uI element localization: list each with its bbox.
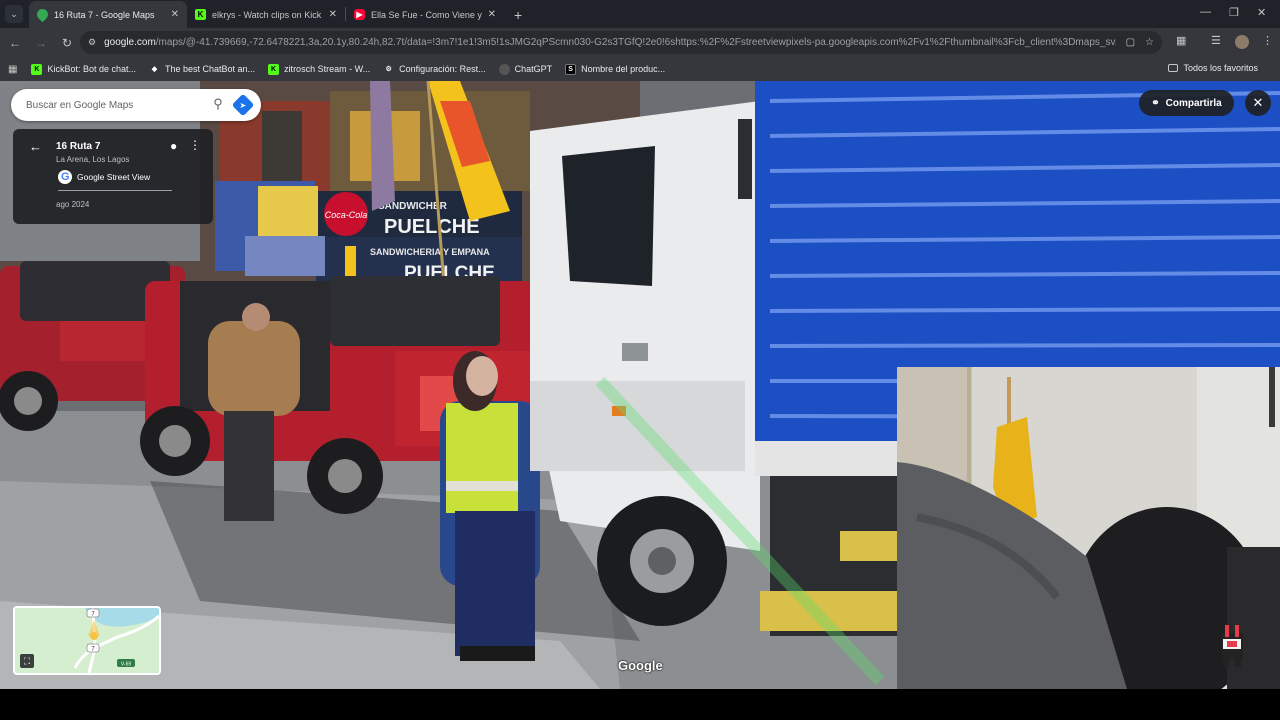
tab-close-icon[interactable]: ✕ [488,9,496,20]
tab-title: 16 Ruta 7 - Google Maps [54,9,155,20]
bookmark-label: zitrosch Stream - W... [284,64,371,74]
tab-title: elkrys - Watch clips on Kick [212,9,322,20]
more-vert-icon[interactable]: ⋮ [189,138,201,152]
media-control-icon[interactable]: ☰ [1211,34,1221,47]
browser-toolbar: ← → ↻ ⚙ google.com/maps/@-41.739669,-72.… [0,28,1280,57]
url-text[interactable]: google.com/maps/@-41.739669,-72.6478221,… [104,37,1116,48]
minimap[interactable]: 7 7 V-69 ⛶ [13,606,161,675]
share-label: Compartirla [1165,97,1222,109]
bookmark-label: Configuración: Rest... [399,64,486,74]
share-icon: ⚭ [1151,97,1160,109]
all-bookmarks-label: Todos los favoritos [1183,63,1258,73]
tab-kick[interactable]: K elkrys - Watch clips on Kick ✕ [187,1,345,28]
google-watermark: Google [618,658,663,673]
tab-close-icon[interactable]: ✕ [171,9,179,20]
bookmark-item[interactable]: ⚙ Configuración: Rest... [383,64,486,75]
expand-icon[interactable]: ⛶ [20,654,34,668]
gear-icon: ⚙ [385,66,392,73]
street-view-info-card: ← 16 Ruta 7 La Arena, Los Lagos ● ⋮ Goog… [13,129,213,224]
back-arrow-icon[interactable]: ← [29,139,42,154]
tab-search-button[interactable]: ⌄ [5,5,23,23]
tab-youtube[interactable]: ▶ Ella Se Fue - Como Viene y Se Va ✕ [346,1,504,28]
store-sign-name: PUELCHE [384,216,480,238]
apps-grid-icon[interactable]: ▦ [8,64,17,75]
place-subtitle: La Arena, Los Lagos [56,155,130,164]
reload-icon[interactable]: ↻ [56,36,78,50]
kick-icon: K [195,9,206,20]
back-arrow-icon[interactable]: ← [4,36,26,50]
bookmark-star-icon[interactable]: ☆ [1145,37,1154,48]
bookmark-label: Nombre del produc... [581,64,666,74]
folder-icon [1168,64,1179,72]
webcam-image [897,367,1280,689]
chevron-down-icon: ⌄ [10,8,18,19]
cast-icon[interactable]: ▢ [1126,37,1135,48]
coca-cola-sign: Coca-Cola [325,210,368,220]
bookmark-item[interactable]: K KickBot: Bot de chat... [31,63,136,75]
google-maps-icon [34,6,51,23]
diamond-icon: ◆ [151,66,158,73]
directions-icon[interactable]: ➤ [231,93,255,117]
maps-search-box: ⚲ ➤ [11,89,261,121]
address-bar[interactable]: ⚙ google.com/maps/@-41.739669,-72.647822… [80,31,1162,54]
extensions-icon[interactable]: ▦ [1176,34,1186,47]
all-bookmarks-button[interactable]: Todos los favoritos [1168,63,1258,73]
tab-google-maps[interactable]: 16 Ruta 7 - Google Maps ✕ [29,1,187,28]
site-info-icon[interactable]: ⚙ [88,37,96,48]
tab-title: Ella Se Fue - Como Viene y Se Va [371,9,484,20]
route-label: V-69 [121,662,132,668]
minimize-icon[interactable]: — [1200,6,1211,18]
place-title: 16 Ruta 7 [56,141,101,152]
tab-close-icon[interactable]: ✕ [329,9,337,20]
kick-icon: K [268,63,280,75]
divider [58,190,172,191]
url-host: google.com [104,37,156,48]
capture-date[interactable]: ago 2024 [56,200,89,209]
s-logo-icon: S [565,63,577,75]
chatgpt-icon [498,63,510,75]
google-logo-icon [58,170,72,184]
close-icon[interactable]: ✕ [1245,90,1271,116]
bookmark-item[interactable]: S Nombre del produc... [565,63,666,75]
minimap-map: 7 7 V-69 [15,608,159,673]
bookmark-label: KickBot: Bot de chat... [47,64,136,74]
restore-icon[interactable]: ❐ [1229,6,1239,19]
bookmark-item[interactable]: K zitrosch Stream - W... [268,63,371,75]
youtube-icon: ▶ [354,9,365,20]
bottom-letterbox [0,689,1280,720]
bookmarks-bar: ▦ K KickBot: Bot de chat... ◆ The best C… [0,57,1280,81]
webcam-overlay [897,367,1280,689]
profile-avatar[interactable] [1235,35,1249,49]
kick-icon: K [31,63,43,75]
maps-search-input[interactable] [26,99,203,111]
street-view-provider[interactable]: Google Street View [58,170,150,184]
bookmark-item[interactable]: ChatGPT [498,63,553,75]
new-tab-button[interactable]: + [514,7,522,23]
share-button[interactable]: ⚭ Compartirla [1139,90,1234,116]
tab-strip: ⌄ 16 Ruta 7 - Google Maps ✕ K elkrys - W… [0,0,1280,28]
bookmark-item[interactable]: ◆ The best ChatBot an... [149,64,255,75]
kebab-menu-icon[interactable]: ⋮ [1262,34,1273,47]
bookmark-label: ChatGPT [514,64,553,74]
bookmark-label: The best ChatBot an... [165,64,256,74]
location-pin-icon[interactable]: ● [170,139,177,153]
search-icon[interactable]: ⚲ [209,96,227,114]
provider-label: Google Street View [77,172,151,182]
url-path: /maps/@-41.739669,-72.6478221,3a,20.1y,8… [155,37,1116,48]
window-close-icon[interactable]: ✕ [1257,6,1266,19]
forward-arrow-icon[interactable]: → [30,36,52,50]
store-sign-sub: SANDWICHERIA Y EMPANA [370,247,490,257]
